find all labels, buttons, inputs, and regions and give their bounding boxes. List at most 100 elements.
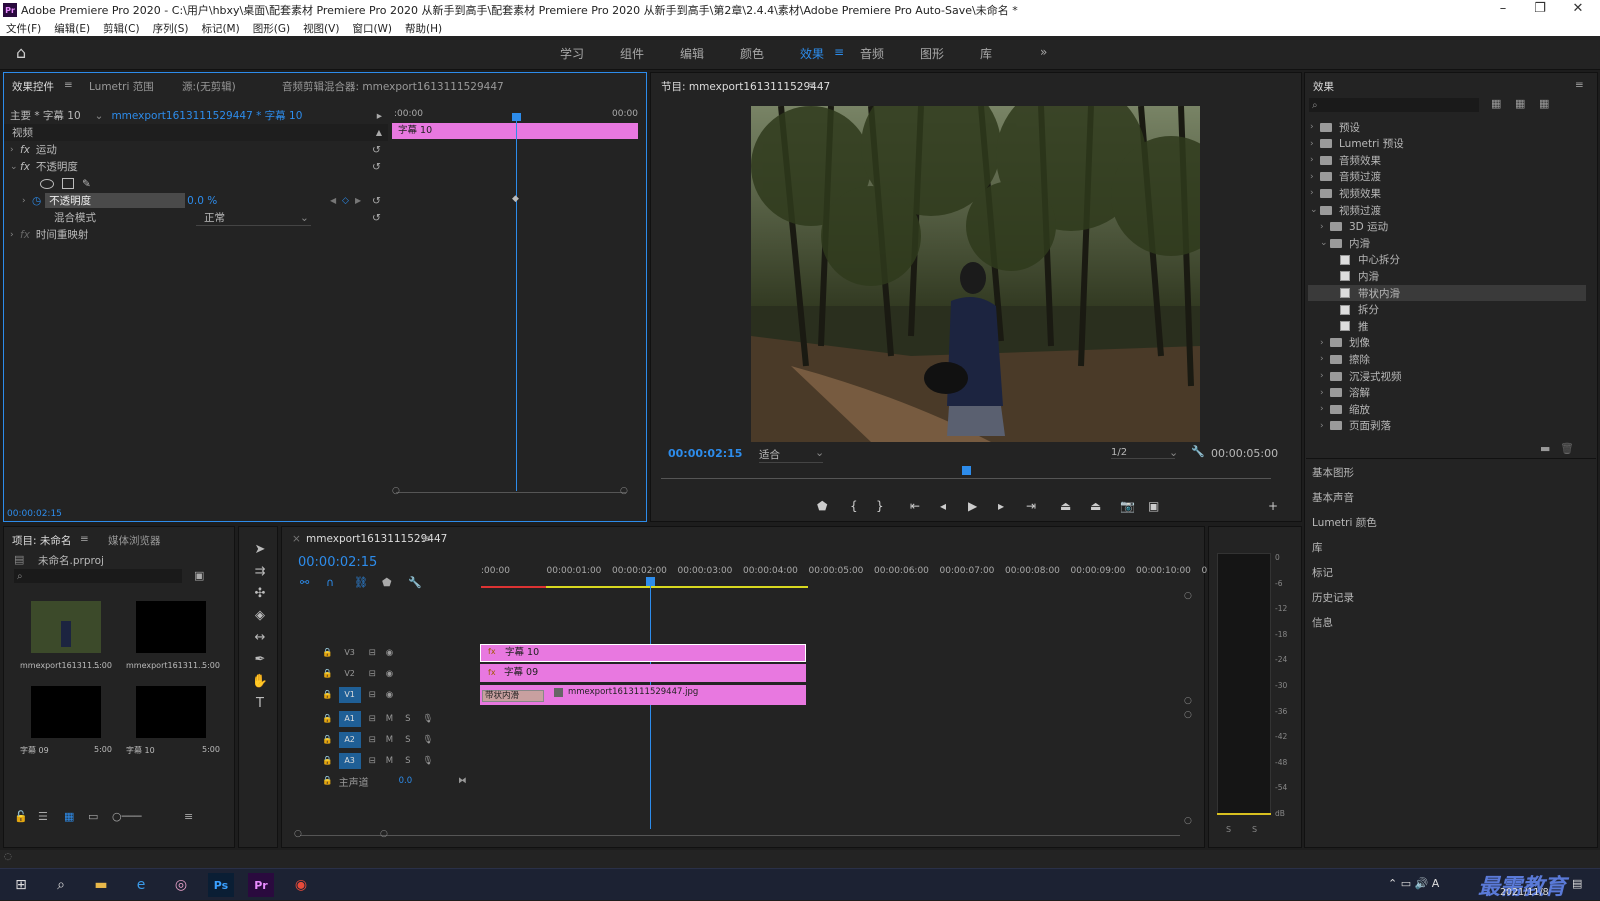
extract-icon[interactable]: ⏏ [1090, 499, 1101, 513]
project-search-input[interactable]: ⌕ [14, 569, 182, 583]
add-marker-icon[interactable]: ⬟ [382, 576, 392, 589]
project-item-thumb-title09[interactable] [31, 686, 101, 738]
button-editor-icon[interactable]: + [1268, 499, 1278, 513]
tray-icons[interactable]: ⌃ ▭ 🔊 A [1388, 877, 1439, 890]
add-marker-icon[interactable]: ⬟ [817, 499, 827, 513]
section-libraries[interactable]: 库 [1312, 540, 1323, 555]
timeline-settings-icon[interactable]: 🔧 [408, 576, 422, 589]
chevron-icon[interactable]: › [1310, 122, 1320, 132]
a-scroll-handle[interactable]: ○ [1184, 816, 1192, 826]
effects-item[interactable]: › 划像 [1320, 335, 1370, 351]
v-scroll-handle[interactable]: ○ [1184, 591, 1192, 601]
settings-wrench-icon[interactable]: 🔧 [1191, 445, 1205, 458]
go-to-end-icon[interactable]: ⧓ [458, 776, 467, 786]
chevron-icon[interactable]: › [1320, 338, 1330, 348]
go-to-out-icon[interactable]: ⇥ [1026, 499, 1036, 513]
sort-icon[interactable]: ≡ [184, 810, 193, 823]
export-frame-icon[interactable]: 📷 [1120, 499, 1135, 513]
lock-icon[interactable]: 🔒 [322, 690, 333, 700]
slip-tool-icon[interactable]: ↔ [250, 630, 270, 650]
effects-item[interactable]: › 溶解 [1320, 385, 1370, 401]
chevron-icon[interactable]: › [1310, 188, 1320, 198]
effects-item[interactable]: › 3D 运动 [1320, 219, 1388, 235]
notification-icon[interactable]: ▤ [1572, 877, 1582, 890]
tab-media-browser[interactable]: 媒体浏览器 [108, 533, 161, 548]
chevron-icon[interactable]: › [1320, 354, 1330, 364]
chevron-icon[interactable]: › [1310, 172, 1320, 182]
effects-item[interactable]: › 擦除 [1320, 351, 1370, 367]
lock-icon[interactable]: 🔒 [322, 669, 333, 679]
effects-item[interactable]: › 预设 [1310, 119, 1360, 135]
lock-icon[interactable]: 🔒 [322, 648, 333, 658]
a-scroll-handle[interactable]: ○ [1184, 710, 1192, 720]
master-volume-value[interactable]: 0.0 [399, 776, 413, 786]
more-workspaces-icon[interactable]: » [1040, 45, 1047, 59]
workspace-audio[interactable]: 音频 [860, 45, 884, 62]
minimize-icon[interactable]: – [1485, 0, 1521, 20]
reset-motion-icon[interactable]: ↺ [372, 144, 381, 156]
linked-selection-icon[interactable]: ⛓ [354, 576, 368, 589]
ripple-edit-tool-icon[interactable]: ✣ [250, 586, 270, 606]
timeline-playhead-handle[interactable] [646, 577, 655, 586]
step-back-icon[interactable]: ◂ [940, 499, 946, 513]
snap-icon[interactable]: ∩ [326, 576, 334, 589]
solo-button[interactable]: S [405, 756, 410, 766]
type-tool-icon[interactable]: T [250, 696, 270, 716]
workspace-editing[interactable]: 编辑 [680, 45, 704, 62]
tab-project[interactable]: 项目: 未命名 [12, 533, 71, 548]
project-item-thumb-image[interactable] [31, 601, 101, 653]
prev-keyframe-icon[interactable]: ◀ [330, 196, 336, 205]
effects-item[interactable]: › 音频效果 [1310, 152, 1381, 168]
comparison-view-icon[interactable]: ▣ [1148, 499, 1159, 513]
step-forward-icon[interactable]: ▸ [998, 499, 1004, 513]
app-icon[interactable]: ◎ [168, 873, 194, 897]
mark-out-icon[interactable]: } [876, 499, 884, 513]
eye-icon[interactable]: ◉ [386, 690, 393, 700]
add-keyframe-icon[interactable]: ◇ [342, 196, 349, 206]
sync-lock-icon[interactable]: ⊟ [369, 669, 376, 679]
meter-solo-left[interactable]: S [1226, 825, 1231, 834]
resolution-select[interactable]: 1/2 [1111, 447, 1175, 459]
ec-zoom-left-handle[interactable]: ○ [392, 486, 400, 496]
project-item-name[interactable]: mmexport161311... [20, 661, 100, 670]
effects-item[interactable]: › 页面剥落 [1320, 418, 1391, 434]
lock-icon[interactable]: 🔒 [322, 735, 333, 745]
edge-browser-icon[interactable]: e [128, 873, 154, 897]
keyframe-diamond-icon[interactable]: ◆ [512, 194, 519, 204]
time-remap-effect[interactable]: 时间重映射 [36, 227, 89, 242]
menu-window[interactable]: 窗口(W) [352, 21, 392, 36]
freeform-view-icon[interactable]: ▭ [88, 810, 98, 823]
section-essential-sound[interactable]: 基本声音 [1312, 490, 1354, 505]
effects-item[interactable]: › 视频效果 [1310, 185, 1381, 201]
effects-item[interactable]: › 缩放 [1320, 401, 1370, 417]
zoom-slider[interactable]: ○─── [112, 810, 141, 823]
menu-sequence[interactable]: 序列(S) [153, 21, 189, 36]
meter-solo-right[interactable]: S [1252, 825, 1257, 834]
effects-menu-icon[interactable]: ≡ [1575, 79, 1584, 91]
tab-effect-controls[interactable]: 效果控件 [12, 79, 54, 94]
effects-item[interactable]: ⌄ 视频过渡 [1310, 202, 1381, 218]
program-playhead[interactable] [962, 466, 971, 475]
new-bin-from-search-icon[interactable]: ▣ [194, 569, 204, 582]
section-info[interactable]: 信息 [1312, 615, 1333, 630]
effects-item[interactable]: 带状内滑 [1308, 285, 1586, 301]
hand-tool-icon[interactable]: ✋ [250, 674, 270, 694]
stopwatch-icon[interactable]: ◷ [32, 195, 41, 207]
list-view-icon[interactable]: ☰ [38, 810, 48, 823]
chevron-icon[interactable]: › [1320, 404, 1330, 414]
section-essential-graphics[interactable]: 基本图形 [1312, 465, 1354, 480]
ec-playhead-handle[interactable] [512, 113, 521, 121]
reset-opacity-icon[interactable]: ↺ [372, 161, 381, 173]
zoom-fit-select[interactable]: 适合 [759, 447, 823, 463]
razor-tool-icon[interactable]: ◈ [250, 608, 270, 628]
pen-mask-icon[interactable]: ✎ [82, 178, 91, 190]
tab-lumetri-scopes[interactable]: Lumetri 范围 [89, 79, 154, 94]
menu-view[interactable]: 视图(V) [303, 21, 339, 36]
opacity-effect[interactable]: 不透明度 [36, 159, 78, 174]
opacity-value[interactable]: 0.0 % [187, 195, 217, 207]
track-select-tool-icon[interactable]: ⇉ [250, 564, 270, 584]
timeline-timecode[interactable]: 00:00:02:15 [298, 555, 377, 570]
workspace-effects[interactable]: 效果 [800, 45, 824, 62]
transition-band-slide[interactable]: 带状内滑 [482, 690, 544, 702]
project-item-thumb-title10[interactable] [136, 686, 206, 738]
